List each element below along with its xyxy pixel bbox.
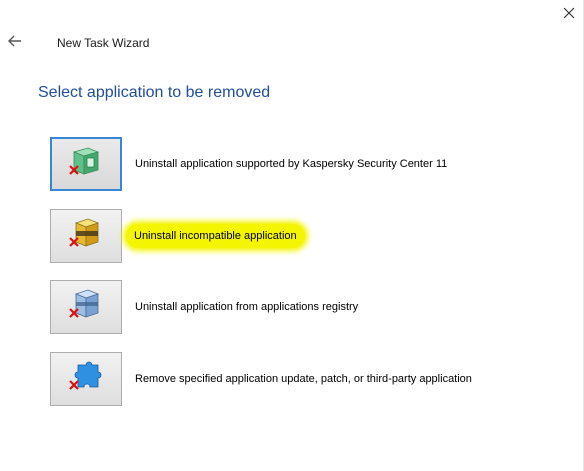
back-button[interactable]	[4, 32, 26, 54]
option-uninstall-kaspersky-app[interactable]: Uninstall application supported by Kaspe…	[50, 135, 530, 193]
option-tile[interactable]	[50, 137, 122, 191]
wizard-title: New Task Wizard	[57, 36, 150, 50]
page-heading: Select application to be removed	[38, 84, 271, 101]
option-label: Uninstall application from applications …	[135, 301, 359, 313]
option-uninstall-incompatible-app[interactable]: Uninstall incompatible application	[50, 207, 530, 265]
update-patch-remove-icon	[68, 359, 104, 400]
option-uninstall-registry-app[interactable]: Uninstall application from applications …	[50, 278, 530, 336]
option-label: Uninstall incompatible application	[126, 224, 305, 248]
registry-app-uninstall-icon	[68, 287, 104, 328]
kaspersky-app-uninstall-icon	[68, 144, 104, 185]
option-tile[interactable]	[50, 280, 122, 334]
arrow-left-icon	[8, 34, 22, 52]
option-remove-update-patch[interactable]: Remove specified application update, pat…	[50, 350, 530, 408]
option-tile[interactable]	[50, 209, 122, 263]
incompatible-app-uninstall-icon	[68, 216, 104, 257]
close-icon	[563, 6, 575, 24]
option-tile[interactable]	[50, 352, 122, 406]
option-label: Uninstall application supported by Kaspe…	[135, 158, 448, 170]
close-button[interactable]	[560, 6, 578, 24]
option-label: Remove specified application update, pat…	[135, 373, 472, 385]
